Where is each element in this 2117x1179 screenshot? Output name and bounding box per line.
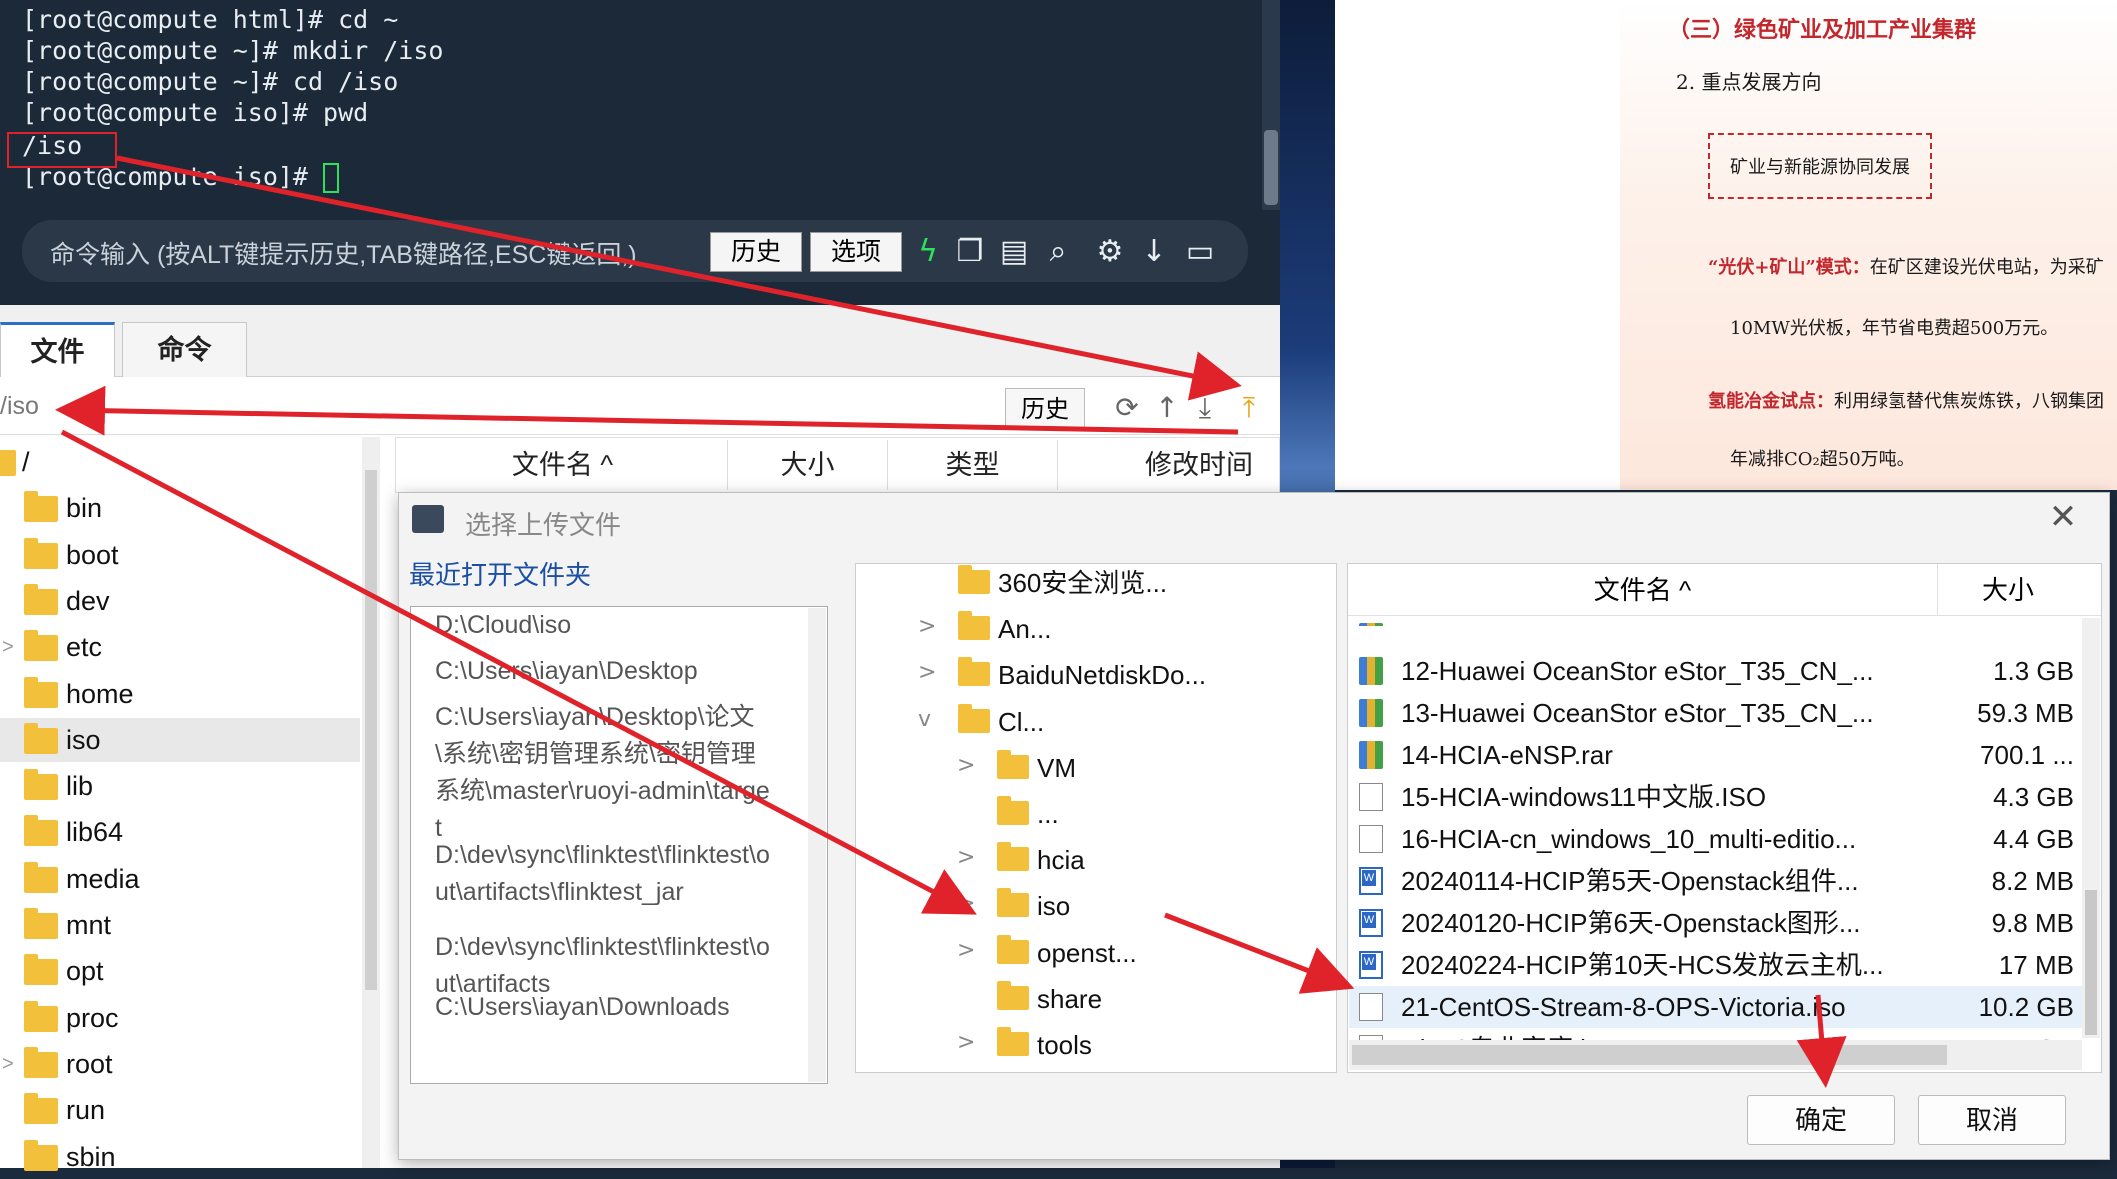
arrow-to-iso-file	[1164, 912, 1355, 994]
arrow-to-iso-folder	[60, 429, 977, 915]
annotation-arrows	[55, 155, 1847, 1088]
arrow-to-ok-button	[1796, 994, 1847, 1088]
arrow-to-path	[55, 385, 1239, 436]
arrow-to-upload-icon	[116, 155, 1242, 401]
